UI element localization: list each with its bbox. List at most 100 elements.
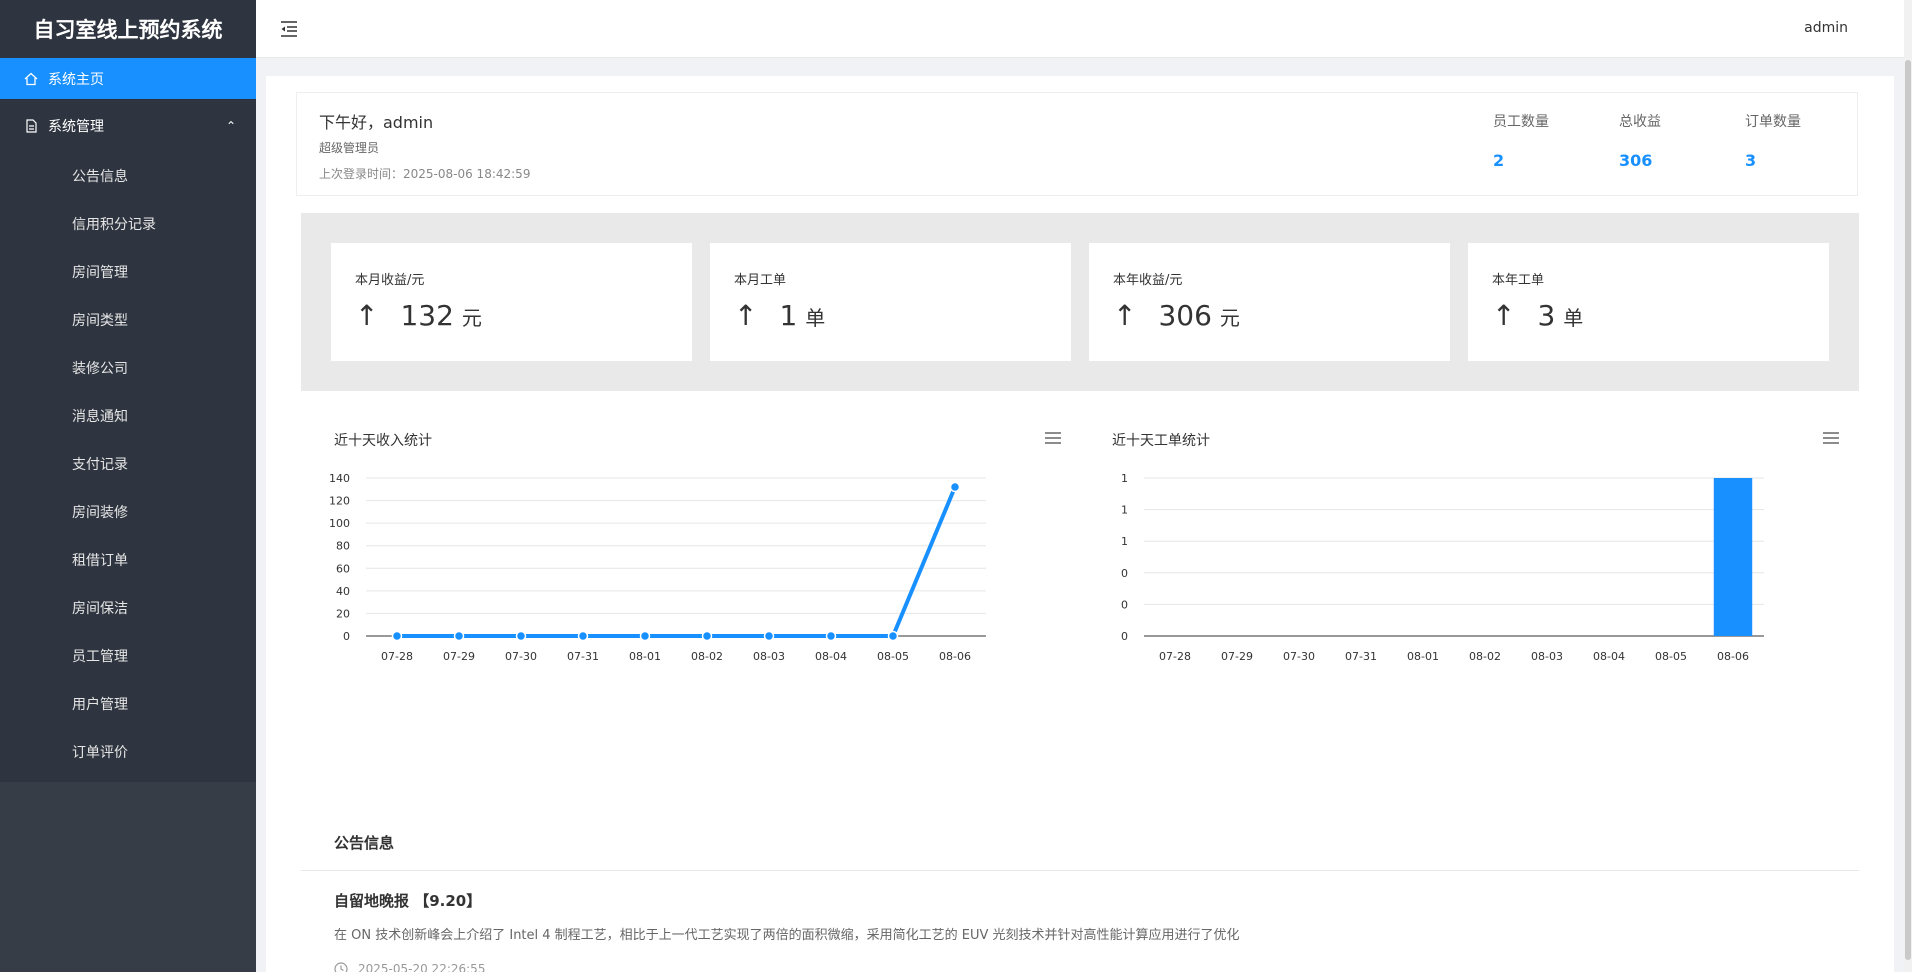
y-tick-label: 120 (329, 495, 350, 508)
y-tick-label: 60 (336, 562, 350, 575)
scrollbar[interactable] (1904, 0, 1912, 972)
data-point (763, 630, 775, 642)
role-label: 超级管理员 (319, 141, 380, 155)
y-tick-label: 0 (1121, 567, 1128, 580)
y-tick-label: 40 (336, 585, 350, 598)
sidebar-item-13[interactable]: 订单评价 (0, 728, 256, 776)
sidebar-item-8[interactable]: 房间装修 (0, 488, 256, 536)
notice-body: 在 ON 技术创新峰会上介绍了 Intel 4 制程工艺，相比于上一代工艺实现了… (334, 928, 1240, 943)
x-tick-label: 08-04 (815, 650, 847, 663)
x-tick-label: 08-02 (691, 650, 723, 663)
clock-icon (334, 962, 348, 972)
top-header: admin (256, 0, 1912, 58)
stat-value: 3 (1745, 151, 1757, 170)
arrow-up-icon: ↑ (734, 299, 758, 332)
x-tick-label: 08-06 (1717, 650, 1749, 663)
sidebar-item-7[interactable]: 支付记录 (0, 440, 256, 488)
card-unit: 元 (1219, 306, 1240, 330)
notice-title[interactable]: 自留地晚报 【9.20】 (334, 890, 481, 911)
orders-bar-chart: 0 0 0 1 1 1 07-28 07-29 07-30 07-31 08-01 08-02 08-0… (1121, 472, 1764, 663)
revenue-chart: 近十天收入统计 0 20 40 60 80 100 120 140 07-28 07-29 07-3… (296, 416, 1061, 716)
arrow-up-icon: ↑ (1113, 299, 1137, 332)
card-month-revenue: 本月收益/元 ↑ 132 元 (331, 243, 692, 361)
data-point (577, 630, 589, 642)
y-tick-label: 140 (329, 472, 350, 485)
x-tick-label: 07-28 (381, 650, 413, 663)
card-value: 306 (1158, 299, 1212, 332)
x-tick-label: 07-30 (1283, 650, 1315, 663)
card-value: 132 (400, 299, 454, 332)
x-tick-label: 07-31 (1345, 650, 1377, 663)
card-title: 本月收益/元 (355, 273, 425, 288)
x-tick-label: 08-05 (1655, 650, 1687, 663)
sidebar-item-9[interactable]: 租借订单 (0, 536, 256, 584)
sidebar-item-2[interactable]: 信用积分记录 (0, 200, 256, 248)
stat-value: 306 (1619, 151, 1653, 170)
arrow-up-icon: ↑ (1492, 299, 1516, 332)
orders-chart: 近十天工单统计 0 0 0 1 1 1 07-28 07-29 07-30 07-31 08-01 0… (1074, 416, 1839, 716)
x-tick-label: 08-03 (1531, 650, 1563, 663)
stat-label: 订单数量 (1745, 114, 1801, 130)
card-unit: 单 (805, 306, 826, 330)
stat-label: 总收益 (1619, 114, 1661, 130)
app-title: 自习室线上预约系统 (0, 0, 256, 58)
card-title: 本年工单 (1492, 273, 1545, 288)
x-tick-label: 07-28 (1159, 650, 1191, 663)
card-year-revenue: 本年收益/元 ↑ 306 元 (1089, 243, 1450, 361)
card-title: 本年收益/元 (1113, 273, 1183, 288)
y-tick-label: 1 (1121, 472, 1128, 485)
sidebar-item-4[interactable]: 房间类型 (0, 296, 256, 344)
x-tick-label: 07-31 (567, 650, 599, 663)
card-unit: 单 (1563, 306, 1584, 330)
stat-label: 员工数量 (1493, 114, 1549, 130)
stat-value: 2 (1493, 151, 1505, 170)
document-icon (24, 119, 38, 133)
menu-fold-icon[interactable] (278, 18, 300, 40)
card-title: 本月工单 (734, 273, 787, 288)
x-tick-label: 08-02 (1469, 650, 1501, 663)
scrollbar-thumb[interactable] (1905, 60, 1911, 960)
sidebar-item-3[interactable]: 房间管理 (0, 248, 256, 296)
x-tick-label: 07-29 (1221, 650, 1253, 663)
y-tick-label: 20 (336, 607, 350, 620)
x-tick-label: 08-01 (629, 650, 661, 663)
sidebar-item-12[interactable]: 用户管理 (0, 680, 256, 728)
card-value: 3 (1537, 299, 1556, 332)
sidebar-group-system[interactable]: 系统管理 ⌃ (0, 99, 256, 152)
x-tick-label: 08-03 (753, 650, 785, 663)
x-tick-label: 08-05 (877, 650, 909, 663)
arrow-up-icon: ↑ (355, 299, 379, 332)
y-tick-label: 0 (1121, 630, 1128, 643)
sidebar-item-10[interactable]: 房间保洁 (0, 584, 256, 632)
x-tick-label: 07-30 (505, 650, 537, 663)
y-tick-label: 80 (336, 540, 350, 553)
data-point (639, 630, 651, 642)
sidebar-group-label: 系统管理 (48, 119, 104, 135)
y-tick-label: 0 (1121, 598, 1128, 611)
sidebar-item-6[interactable]: 消息通知 (0, 392, 256, 440)
stat-orders: 订单数量 3 (1745, 111, 1865, 170)
sidebar: 自习室线上预约系统 系统主页 系统管理 ⌃ 公告信息 信用积分记录 房间管理 房间类型… (0, 0, 256, 972)
y-tick-label: 1 (1121, 535, 1128, 548)
data-point (453, 630, 465, 642)
revenue-line-chart: 0 20 40 60 80 100 120 140 07-28 07-29 07-30 07-31 08… (329, 472, 986, 663)
user-menu[interactable]: admin (1804, 20, 1848, 36)
card-value: 1 (779, 299, 798, 332)
sidebar-item-home[interactable]: 系统主页 (0, 58, 256, 99)
notice-time-value: 2025-05-20 22:26:55 (358, 962, 486, 972)
stat-employees: 员工数量 2 (1493, 111, 1613, 170)
divider (301, 870, 1859, 871)
sidebar-item-5[interactable]: 装修公司 (0, 344, 256, 392)
sidebar-item-1[interactable]: 公告信息 (0, 152, 256, 200)
chevron-up-icon: ⌃ (225, 119, 236, 133)
data-point (515, 630, 527, 642)
stat-revenue: 总收益 306 (1619, 111, 1739, 170)
summary-cards: 本月收益/元 ↑ 132 元 本月工单 ↑ 1 单 本年收益/元 ↑ 306 元 本年工单 … (301, 213, 1859, 391)
sidebar-item-home-label: 系统主页 (48, 71, 104, 88)
sidebar-item-11[interactable]: 员工管理 (0, 632, 256, 680)
notice-time: 2025-05-20 22:26:55 (334, 962, 485, 972)
x-tick-label: 08-01 (1407, 650, 1439, 663)
data-point (701, 630, 713, 642)
card-month-orders: 本月工单 ↑ 1 单 (710, 243, 1071, 361)
last-login: 上次登录时间：2025-08-06 18:42:59 (319, 167, 531, 181)
